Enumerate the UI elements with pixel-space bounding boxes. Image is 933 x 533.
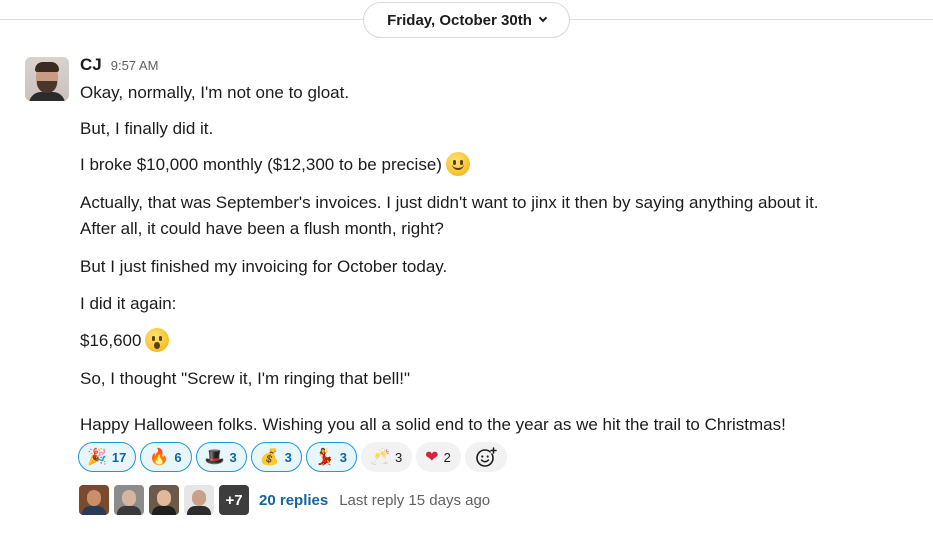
reaction-count: 17	[111, 449, 127, 465]
reaction-fire[interactable]: 🔥 6	[140, 442, 192, 472]
clinking-glasses-icon: 🥂	[370, 447, 390, 466]
author-name[interactable]: CJ	[80, 55, 102, 75]
reaction-count: 3	[284, 449, 292, 465]
message-line: I did it again:	[80, 294, 177, 313]
replies-link[interactable]: 20 replies	[259, 492, 328, 509]
participant-avatar	[149, 485, 179, 515]
reaction-count: 3	[394, 449, 403, 465]
reaction-money-bag[interactable]: 💰 3	[250, 442, 302, 472]
message-line: Okay, normally, I'm not one to gloat.	[80, 83, 350, 102]
add-emoji-icon	[476, 447, 497, 467]
more-participants-count: +7	[219, 485, 249, 515]
fire-icon: 🔥	[149, 447, 170, 466]
reaction-count: 3	[339, 449, 348, 465]
date-divider-button[interactable]: Friday, October 30th	[363, 2, 570, 38]
participant-avatar	[79, 485, 109, 515]
last-reply-text: Last reply 15 days ago	[339, 491, 491, 509]
thread-summary[interactable]: +7 20 replies Last reply 15 days ago	[79, 485, 490, 515]
reaction-heart[interactable]: ❤ 2	[416, 442, 461, 472]
reaction-dancer[interactable]: 💃 3	[305, 442, 358, 472]
message-timestamp[interactable]: 9:57 AM	[111, 58, 159, 73]
message-line: Actually, that was September's invoices.…	[80, 193, 819, 212]
slightly-smiling-face-icon	[445, 152, 470, 176]
message-line: But I just finished my invoicing for Oct…	[80, 257, 448, 276]
message-header: CJ 9:57 AM	[80, 55, 158, 75]
heart-icon: ❤	[425, 447, 439, 466]
dancer-icon: 💃	[314, 447, 335, 466]
message-line: But, I finally did it.	[80, 119, 214, 138]
date-divider-label: Friday, October 30th	[387, 11, 532, 29]
message-line: I broke $10,000 monthly ($12,300 to be p…	[80, 152, 470, 178]
participant-avatar	[114, 485, 144, 515]
reaction-top-hat[interactable]: 🎩 3	[195, 442, 247, 472]
add-reaction-button[interactable]	[464, 442, 507, 472]
reaction-count: 2	[443, 449, 451, 465]
reaction-tada[interactable]: 🎉 17	[78, 442, 137, 472]
chevron-down-icon	[538, 13, 548, 23]
tada-icon: 🎉	[87, 447, 107, 466]
reaction-count: 3	[229, 449, 237, 465]
message-line: $16,600	[80, 328, 170, 354]
message-line: So, I thought "Screw it, I'm ringing tha…	[80, 369, 410, 388]
astonished-face-icon	[145, 328, 170, 352]
reactions-bar: 🎉 17 🔥 6 🎩 3 💰 3 💃 3 🥂 3 ❤ 2	[78, 442, 507, 472]
author-avatar[interactable]	[25, 57, 69, 101]
money-bag-icon: 💰	[259, 447, 280, 466]
top-hat-icon: 🎩	[204, 447, 225, 466]
message-line: After all, it could have been a flush mo…	[80, 219, 444, 238]
message-line: Happy Halloween folks. Wishing you all a…	[80, 415, 786, 434]
participant-avatar	[184, 485, 214, 515]
reaction-clinking-glasses[interactable]: 🥂 3	[361, 442, 413, 472]
reaction-count: 6	[174, 449, 182, 465]
